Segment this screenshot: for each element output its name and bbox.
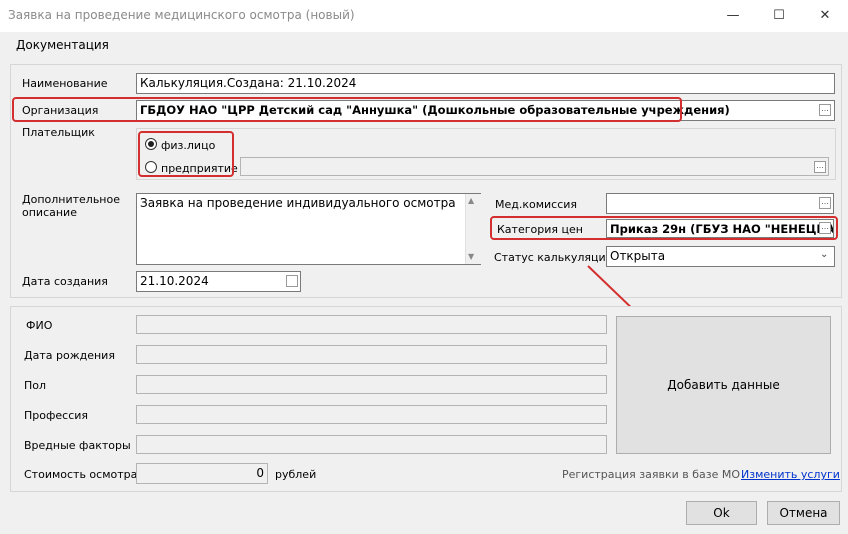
cost-label: Стоимость осмотра: [24, 468, 138, 481]
maximize-button[interactable]: ☐: [756, 0, 802, 32]
calendar-icon[interactable]: [286, 275, 298, 287]
cost-unit-label: рублей: [275, 468, 317, 481]
chevron-down-icon[interactable]: ⌄: [820, 249, 828, 260]
name-label: Наименование: [22, 77, 108, 90]
birthdate-input: [136, 345, 607, 364]
scroll-up-icon[interactable]: ▲: [468, 196, 474, 205]
created-date-label: Дата создания: [22, 275, 108, 288]
profession-label: Профессия: [24, 409, 89, 422]
fio-label: ФИО: [26, 319, 53, 332]
commission-ellipsis-button[interactable]: ...: [819, 197, 831, 209]
organization-ellipsis-button[interactable]: ...: [819, 104, 831, 116]
payer-highlight: [138, 131, 234, 177]
enterprise-ellipsis-button: ...: [814, 161, 826, 173]
organization-highlight: [12, 97, 682, 122]
add-data-button[interactable]: Добавить данные: [616, 316, 831, 454]
menu-bar: [0, 32, 848, 56]
scroll-down-icon[interactable]: ▼: [468, 252, 474, 261]
cancel-button[interactable]: Отмена: [767, 501, 840, 525]
close-button[interactable]: ✕: [802, 0, 848, 32]
registration-text: Регистрация заявки в базе МО: [562, 468, 741, 481]
sex-label: Пол: [24, 379, 47, 392]
name-input[interactable]: Калькуляция.Создана: 21.10.2024: [136, 73, 835, 94]
cost-input: 0: [136, 463, 268, 484]
enterprise-input: [240, 157, 829, 176]
commission-input[interactable]: [606, 193, 834, 214]
change-services-link[interactable]: Изменить услуги: [741, 468, 840, 481]
birthdate-label: Дата рождения: [24, 349, 115, 362]
ok-button[interactable]: Ok: [686, 501, 757, 525]
description-label: Дополнительное описание: [22, 193, 120, 219]
description-textarea[interactable]: Заявка на проведение индивидуального осм…: [136, 193, 481, 265]
menu-item-documentation[interactable]: Документация: [16, 38, 109, 52]
created-date-input[interactable]: 21.10.2024: [136, 271, 301, 292]
hazards-input: [136, 435, 607, 454]
hazards-label: Вредные факторы: [24, 439, 131, 452]
payer-label: Плательщик: [22, 126, 95, 139]
window-title: Заявка на проведение медицинского осмотр…: [8, 8, 355, 22]
sex-input: [136, 375, 607, 394]
profession-input: [136, 405, 607, 424]
minimize-button[interactable]: —: [710, 0, 756, 32]
fio-input: [136, 315, 607, 334]
commission-label: Мед.комиссия: [495, 198, 578, 211]
price-category-highlight: [490, 216, 838, 240]
